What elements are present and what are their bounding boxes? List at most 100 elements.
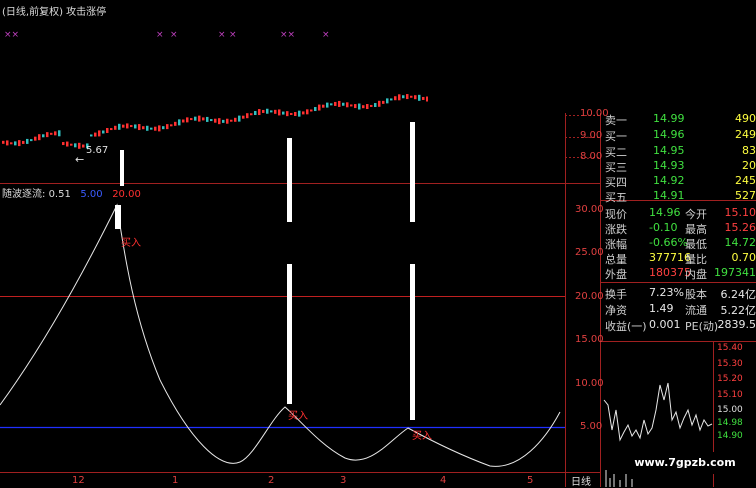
candle (130, 125, 133, 128)
candle (318, 104, 321, 111)
candle (274, 109, 277, 114)
candle (314, 107, 317, 112)
candle (402, 95, 405, 99)
candle (178, 119, 181, 126)
candle (330, 103, 333, 106)
candle (286, 111, 289, 117)
candle (150, 127, 153, 130)
candle (50, 132, 53, 135)
candle (382, 100, 385, 104)
candle (342, 102, 345, 106)
candle (70, 143, 73, 146)
arrow-left-icon: ← (75, 153, 85, 166)
ind-tick: 10.00 (575, 378, 604, 389)
candle (266, 108, 269, 114)
candle (214, 118, 217, 123)
candle (194, 116, 197, 121)
candle (206, 116, 209, 122)
candle (170, 124, 173, 127)
candle (362, 105, 365, 109)
candle (58, 130, 61, 137)
fund-row: 收益(一) 0.001 PE(动) 2839.5 (605, 318, 756, 333)
indicator-line-blue: 5.00 (80, 189, 103, 200)
date-label: 2 (268, 475, 275, 486)
mini-tick: 15.40 (717, 343, 743, 353)
candle (250, 113, 253, 116)
candle (354, 104, 357, 109)
candle (38, 134, 41, 141)
candle (166, 124, 169, 130)
candlestick-series (2, 94, 429, 149)
candle (134, 124, 137, 129)
ind-tick: 30.00 (575, 204, 604, 215)
candle (10, 142, 13, 145)
date-label: 1 (172, 475, 179, 486)
stat-row: 总量 377716 量比 0.70 (605, 251, 756, 266)
candle (230, 119, 233, 122)
candle (298, 110, 301, 117)
candle (238, 115, 241, 122)
stat-row: 外盘 180375 内盘 197341 (605, 266, 756, 281)
candle (394, 96, 397, 101)
stat-row: 现价 14.96 今开 15.10 (605, 206, 756, 221)
mini-tick: 15.00 (717, 405, 743, 415)
candle (106, 128, 109, 134)
candle (302, 111, 305, 115)
candle (422, 96, 425, 100)
candle (366, 104, 369, 110)
candle (186, 117, 189, 123)
order-row: 买五 14.91 527 (605, 189, 756, 204)
timeframe-tab[interactable]: 日线 (571, 473, 591, 488)
candle (398, 94, 401, 101)
candle (162, 126, 165, 130)
candle (414, 95, 417, 100)
candle (2, 140, 5, 144)
candle (242, 115, 245, 119)
mini-tick: 14.98 (717, 418, 743, 428)
candle (54, 131, 57, 136)
candle (202, 117, 205, 121)
candle (190, 118, 193, 121)
candle (46, 132, 49, 138)
candle (14, 141, 17, 146)
buy-signal: 买入 (288, 411, 308, 422)
candle (94, 132, 97, 137)
price-tick: 8.00 (580, 151, 603, 162)
candle (258, 109, 261, 116)
candle (278, 109, 281, 116)
candle (82, 144, 85, 148)
mini-tick: 14.90 (717, 431, 743, 441)
candle (62, 142, 65, 146)
candle (306, 109, 309, 115)
fund-row: 换手 7.23% 股本 6.24亿 (605, 286, 756, 301)
candle (222, 119, 225, 123)
candle (310, 109, 313, 112)
candle (90, 134, 93, 137)
date-label: 5 (527, 475, 534, 486)
candle (158, 125, 161, 132)
date-label: 12 (72, 475, 85, 486)
low-price-label: 5.67 (86, 145, 109, 156)
indicator-legend: 随波逐流: 0.51 5.00 20.00 (2, 185, 141, 200)
date-label: 3 (340, 475, 347, 486)
candle (18, 140, 21, 147)
candle (386, 98, 389, 104)
candle (334, 101, 337, 106)
candle (294, 112, 297, 117)
candle (122, 124, 125, 128)
candle (418, 94, 421, 101)
buy-signal: 买入 (121, 238, 141, 249)
candle (22, 140, 25, 144)
candle (74, 143, 77, 148)
candle (66, 141, 69, 147)
candle (98, 130, 101, 137)
candle (322, 104, 325, 108)
mini-tick: 15.30 (717, 359, 743, 369)
price-tick: 9.00 (580, 130, 603, 141)
candle (290, 112, 293, 115)
stat-row: 涨幅 -0.66% 最低 14.72 (605, 236, 756, 251)
candle (198, 115, 201, 122)
candle (246, 113, 249, 119)
candle (78, 142, 81, 149)
ind-tick: 15.00 (575, 334, 604, 345)
